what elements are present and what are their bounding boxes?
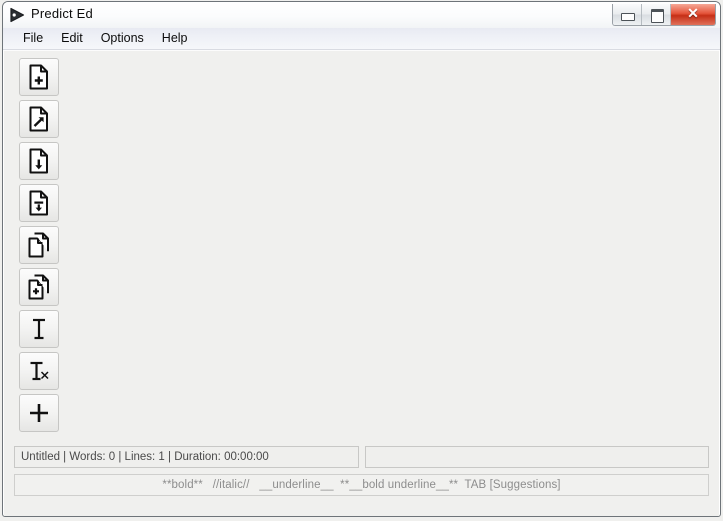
document-plus-icon bbox=[28, 64, 50, 90]
status-panel-secondary bbox=[365, 446, 709, 468]
title-bar: Predict Ed ✕ bbox=[3, 2, 720, 28]
paste-document-button[interactable] bbox=[19, 268, 59, 306]
plus-icon bbox=[27, 401, 51, 425]
copy-document-button[interactable] bbox=[19, 226, 59, 264]
text-format-button[interactable] bbox=[19, 310, 59, 348]
open-document-button[interactable] bbox=[19, 100, 59, 138]
menu-item-file[interactable]: File bbox=[14, 29, 52, 48]
close-icon: ✕ bbox=[687, 5, 699, 21]
client-area: Untitled | Words: 0 | Lines: 1 | Duratio… bbox=[4, 51, 719, 516]
document-open-arrow-icon bbox=[28, 106, 50, 132]
formatting-hint-text: **bold** //italic// __underline__ **__bo… bbox=[162, 479, 561, 491]
save-as-document-button[interactable] bbox=[19, 184, 59, 222]
add-button[interactable] bbox=[19, 394, 59, 432]
save-document-button[interactable] bbox=[19, 142, 59, 180]
status-bar: Untitled | Words: 0 | Lines: 1 | Duratio… bbox=[14, 446, 709, 468]
document-down-arrow-icon bbox=[28, 148, 50, 174]
maximize-icon bbox=[651, 9, 664, 23]
window-title: Predict Ed bbox=[31, 6, 93, 21]
formatting-hint-bar: **bold** //italic// __underline__ **__bo… bbox=[14, 474, 709, 496]
menu-item-edit[interactable]: Edit bbox=[52, 29, 92, 48]
maximize-button[interactable] bbox=[642, 4, 671, 25]
left-toolbar bbox=[4, 51, 72, 441]
window-controls: ✕ bbox=[612, 4, 716, 26]
play-triangle-icon bbox=[9, 7, 26, 23]
close-button[interactable]: ✕ bbox=[671, 4, 715, 25]
clear-formatting-button[interactable] bbox=[19, 352, 59, 390]
application-window: Predict Ed ✕ File Edit Options Help Unti… bbox=[0, 0, 723, 521]
document-save-as-icon bbox=[28, 190, 50, 216]
status-panel-document-info: Untitled | Words: 0 | Lines: 1 | Duratio… bbox=[14, 446, 359, 468]
new-document-button[interactable] bbox=[19, 58, 59, 96]
menu-item-help[interactable]: Help bbox=[153, 29, 197, 48]
menu-bar: File Edit Options Help bbox=[3, 28, 720, 50]
minimize-icon bbox=[621, 13, 635, 21]
documents-plus-icon bbox=[27, 274, 51, 300]
minimize-button[interactable] bbox=[613, 4, 642, 25]
menu-item-options[interactable]: Options bbox=[92, 29, 153, 48]
text-ibeam-remove-icon bbox=[27, 359, 51, 383]
documents-copy-icon bbox=[27, 232, 51, 258]
text-ibeam-icon bbox=[28, 317, 50, 341]
